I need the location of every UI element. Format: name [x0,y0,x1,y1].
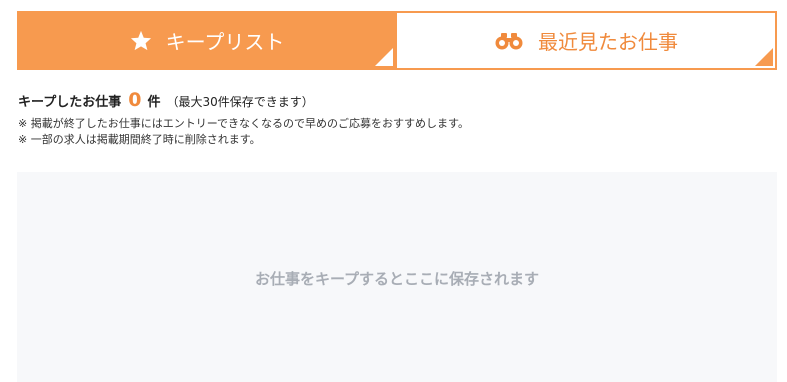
keep-count: 0 [128,89,142,111]
keep-summary-title: キープしたお仕事 [18,95,122,110]
keep-limit-note: （最大30件保存できます） [166,95,314,109]
empty-keep-list-panel: お仕事をキープするとここに保存されます [17,172,777,382]
tab-recently-viewed-label: 最近見たお仕事 [538,30,678,54]
tab-corner-marker [375,48,393,66]
tab-recently-viewed[interactable]: 最近見たお仕事 [397,11,777,70]
note-deletion: ※ 一部の求人は掲載期間終了時に削除されます。 [18,133,261,146]
note-expired-entry: ※ 掲載が終了したお仕事にはエントリーできなくなるので早めのご応募をおすすめしま… [18,117,469,130]
tab-corner-marker [755,48,773,66]
keep-tabs: キープリスト 最近見たお仕事 [17,11,777,70]
tab-keep-list-label: キープリスト [165,30,285,54]
keep-summary: キープしたお仕事 0 件 （最大30件保存できます） ※ 掲載が終了したお仕事に… [18,89,778,148]
keep-notes: ※ 掲載が終了したお仕事にはエントリーできなくなるので早めのご応募をおすすめしま… [18,116,778,148]
tab-keep-list[interactable]: キープリスト [17,11,397,70]
binoculars-icon [494,32,524,50]
keep-count-line: キープしたお仕事 0 件 （最大30件保存できます） [18,89,778,111]
keep-count-unit: 件 [147,95,161,110]
empty-state-message: お仕事をキープするとここに保存されます [254,269,540,288]
star-icon [130,30,152,51]
